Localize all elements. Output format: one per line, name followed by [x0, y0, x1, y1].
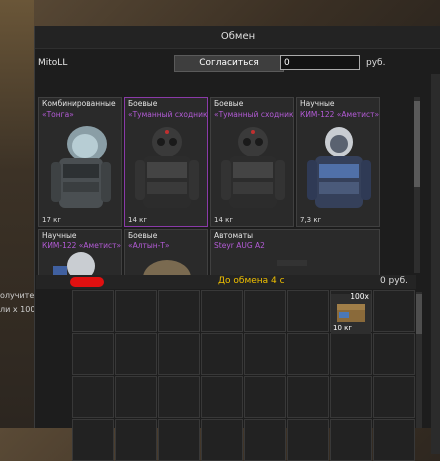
- ammo-box-icon: [337, 304, 365, 322]
- item-weight: 17 кг: [42, 216, 62, 224]
- inventory-scrollbar[interactable]: [416, 292, 422, 428]
- item-category: Автоматы: [214, 231, 254, 240]
- inventory-item[interactable]: 100x 10 кг: [331, 292, 371, 334]
- inventory-slot[interactable]: [158, 419, 200, 461]
- item-name: «Алтын-Т»: [128, 241, 170, 250]
- inventory-slot[interactable]: [115, 333, 157, 375]
- offer-item-card[interactable]: Комбинированные «Тонга» 17 кг: [38, 97, 122, 227]
- item-weight: 10 кг: [333, 324, 353, 332]
- item-name: КИМ-122 «Аметист»: [300, 110, 380, 119]
- inventory-slot[interactable]: [72, 376, 114, 418]
- inventory-slot[interactable]: [201, 376, 243, 418]
- inventory-slot[interactable]: [287, 376, 329, 418]
- partner-username: MitoLL: [38, 58, 68, 68]
- item-name: «Туманный сходник»: [214, 110, 294, 119]
- inventory-slot[interactable]: [373, 419, 415, 461]
- item-name: «Тонга»: [42, 110, 74, 119]
- offer-item-card[interactable]: Боевые «Алтын-Т»: [124, 229, 208, 275]
- redacted-name: [70, 277, 104, 287]
- offer-grid: Комбинированные «Тонга» 17 кг Боевые «Ту…: [38, 71, 414, 275]
- inventory-slot[interactable]: [373, 290, 415, 332]
- side-receive-label: олучите:: [0, 291, 37, 300]
- item-category: Комбинированные: [42, 99, 116, 108]
- combat-armor-icon: [135, 127, 199, 208]
- science-suit-icon: [307, 127, 371, 208]
- money-input[interactable]: 0: [280, 55, 360, 70]
- inventory-slot[interactable]: [330, 419, 372, 461]
- item-category: Боевые: [128, 231, 158, 240]
- inventory-scroll-thumb[interactable]: [416, 294, 422, 334]
- inventory-slot[interactable]: [115, 376, 157, 418]
- offer-item-card[interactable]: Научные КИМ-122 «Аметист»: [38, 229, 122, 275]
- combined-suit-icon: [51, 126, 111, 208]
- inventory-slot[interactable]: [287, 333, 329, 375]
- currency-label: руб.: [366, 58, 386, 68]
- offer-scrollbar[interactable]: [414, 97, 420, 273]
- inventory-slot[interactable]: [287, 419, 329, 461]
- inventory-slot[interactable]: [158, 290, 200, 332]
- offer-item-card[interactable]: Боевые «Туманный сходник» 14 кг: [124, 97, 208, 227]
- inventory-slot[interactable]: [244, 290, 286, 332]
- side-reward-label: ли х 100: [0, 305, 36, 314]
- inventory-slot[interactable]: [158, 376, 200, 418]
- offer-item-card[interactable]: Боевые «Туманный сходник» 14 кг: [210, 97, 294, 227]
- inventory-slot[interactable]: [201, 290, 243, 332]
- inventory-slot[interactable]: [244, 376, 286, 418]
- offer-header: MitoLL Согласиться 0 руб.: [38, 55, 416, 72]
- inventory-slot[interactable]: [158, 333, 200, 375]
- inventory-slot[interactable]: [72, 419, 114, 461]
- inventory-slot[interactable]: [330, 333, 372, 375]
- item-weight: 14 кг: [214, 216, 234, 224]
- offer-item-card-wide[interactable]: Автоматы Steyr AUG A2: [210, 229, 380, 275]
- science-suit-icon: [53, 252, 95, 275]
- item-category: Научные: [42, 231, 77, 240]
- inventory-slot[interactable]: [201, 333, 243, 375]
- background-left: [0, 0, 34, 428]
- partner-money: 0 руб.: [379, 276, 408, 286]
- inventory-slot[interactable]: [201, 419, 243, 461]
- inventory-slot[interactable]: [115, 290, 157, 332]
- trade-countdown: До обмена 4 с: [218, 276, 285, 286]
- inventory-slot[interactable]: [244, 333, 286, 375]
- inventory-slot[interactable]: [287, 290, 329, 332]
- item-name: КИМ-122 «Аметист»: [42, 241, 122, 250]
- item-name: Steyr AUG A2: [214, 241, 265, 250]
- inventory-slot[interactable]: [373, 333, 415, 375]
- item-category: Боевые: [214, 99, 244, 108]
- item-weight: 7,3 кг: [300, 216, 322, 224]
- inventory-slot[interactable]: [72, 290, 114, 332]
- inventory-slot[interactable]: [72, 333, 114, 375]
- rifle-icon: [237, 260, 347, 274]
- offer-item-card[interactable]: Научные КИМ-122 «Аметист» 7,3 кг: [296, 97, 380, 227]
- item-category: Научные: [300, 99, 335, 108]
- inventory-slot[interactable]: [330, 376, 372, 418]
- inventory-slot[interactable]: [373, 376, 415, 418]
- window-title: Обмен: [35, 26, 440, 49]
- agree-button[interactable]: Согласиться: [174, 55, 284, 72]
- offer-scroll-thumb[interactable]: [414, 101, 420, 187]
- item-quantity: 100x: [350, 292, 369, 301]
- item-weight: 14 кг: [128, 216, 148, 224]
- window-right-edge: [431, 74, 440, 454]
- item-category: Боевые: [128, 99, 158, 108]
- item-name: «Туманный сходник»: [128, 110, 208, 119]
- helmet-icon: [143, 260, 191, 275]
- inventory-slot[interactable]: [244, 419, 286, 461]
- trade-status-bar: До обмена 4 с 0 руб.: [36, 275, 416, 289]
- combat-armor-icon: [221, 127, 285, 208]
- inventory-slot[interactable]: [115, 419, 157, 461]
